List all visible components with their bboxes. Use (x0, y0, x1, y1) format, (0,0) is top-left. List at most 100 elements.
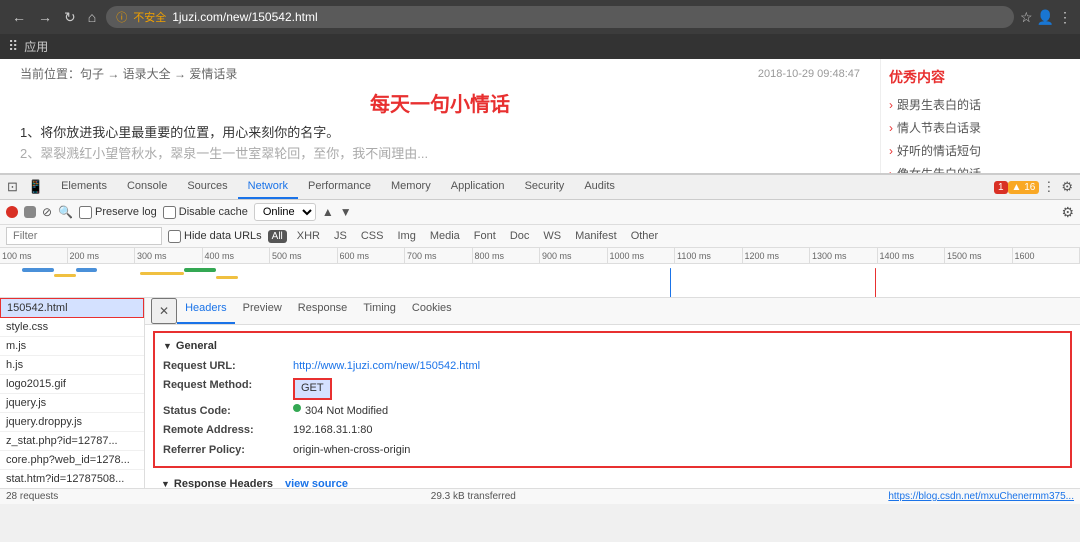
tab-application[interactable]: Application (441, 175, 515, 199)
request-item-8[interactable]: core.php?web_id=1278... (0, 451, 144, 470)
view-source-link[interactable]: view source (285, 478, 348, 488)
details-tab-timing[interactable]: Timing (355, 298, 404, 324)
network-settings-icon[interactable]: ⚙ (1061, 204, 1074, 221)
tab-memory[interactable]: Memory (381, 175, 441, 199)
timeline-bar-2 (54, 274, 76, 277)
details-tab-headers[interactable]: Headers (177, 298, 235, 324)
apps-label: 应用 (24, 38, 48, 55)
tab-audits[interactable]: Audits (574, 175, 625, 199)
other-filter-chip[interactable]: Other (627, 229, 663, 243)
request-item-3[interactable]: h.js (0, 356, 144, 375)
page-header-row: 当前位置：句子 → 语录大全 → 爱情话录 2018-10-29 09:48:4… (20, 65, 860, 82)
font-filter-chip[interactable]: Font (470, 229, 500, 243)
tick-12: 1300 ms (810, 248, 878, 263)
tab-elements[interactable]: Elements (51, 175, 117, 199)
field-method: Request Method: GET (163, 376, 1062, 401)
request-item-9[interactable]: stat.htm?id=12787508... (0, 470, 144, 488)
preserve-log-checkbox[interactable] (79, 206, 92, 219)
request-item-4[interactable]: logo2015.gif (0, 375, 144, 394)
tab-performance[interactable]: Performance (298, 175, 381, 199)
field-remote: Remote Address: 192.168.31.1:80 (163, 421, 1062, 440)
main-content: 当前位置：句子 → 语录大全 → 爱情话录 2018-10-29 09:48:4… (0, 59, 880, 173)
bottom-status: 28 requests 29.3 kB transferred https://… (0, 488, 1080, 504)
devtools-pointer-icon[interactable]: ⊡ (4, 176, 21, 198)
ws-filter-chip[interactable]: WS (539, 229, 565, 243)
request-item-5[interactable]: jquery.js (0, 394, 144, 413)
field-referrer-value: origin-when-cross-origin (293, 443, 410, 458)
nav-home-button[interactable]: ⌂ (84, 7, 100, 27)
disable-cache-checkbox[interactable] (163, 206, 176, 219)
hide-data-urls-checkbox[interactable] (168, 230, 181, 243)
nav-buttons: ← → ↻ ⌂ (8, 7, 100, 28)
export-icon[interactable]: ▼ (340, 205, 352, 219)
tick-7: 800 ms (473, 248, 541, 263)
disable-cache-label[interactable]: Disable cache (163, 206, 248, 219)
field-method-label: Request Method: (163, 378, 293, 399)
filter-icon: ⊘ (42, 205, 52, 219)
more-tools-icon[interactable]: ⋮ (1039, 176, 1058, 198)
record-button[interactable] (6, 206, 18, 218)
nav-back-button[interactable]: ← (8, 7, 30, 27)
settings-icon[interactable]: ⚙ (1058, 176, 1076, 198)
status-link[interactable]: https://blog.csdn.net/mxuChenermm375... (888, 491, 1074, 502)
sidebar-item-0[interactable]: 跟男生表白的话 (889, 93, 1072, 116)
response-headers-title[interactable]: Response Headers view source (161, 478, 1064, 488)
xhr-filter-chip[interactable]: XHR (293, 229, 324, 243)
tab-security[interactable]: Security (515, 175, 575, 199)
requests-count: 28 requests (6, 491, 58, 502)
request-list: 150542.html style.css m.js h.js logo2015… (0, 298, 145, 488)
breadcrumb: 当前位置：句子 → 语录大全 → 爱情话录 (20, 65, 237, 82)
security-icon: ⓘ (116, 9, 127, 25)
img-filter-chip[interactable]: Img (393, 229, 419, 243)
details-tab-preview[interactable]: Preview (235, 298, 290, 324)
request-item-0[interactable]: 150542.html (0, 298, 144, 318)
hide-data-urls-label[interactable]: Hide data URLs (168, 230, 262, 243)
media-filter-chip[interactable]: Media (426, 229, 464, 243)
profile-icon[interactable]: 👤 (1037, 9, 1054, 26)
response-headers-section: Response Headers view source Accept-Rang… (153, 474, 1072, 488)
stop-button[interactable] (24, 206, 36, 218)
manifest-filter-chip[interactable]: Manifest (571, 229, 621, 243)
request-item-7[interactable]: z_stat.php?id=12787... (0, 432, 144, 451)
tick-4: 500 ms (270, 248, 338, 263)
menu-icon[interactable]: ⋮ (1058, 9, 1072, 26)
tab-sources[interactable]: Sources (177, 175, 237, 199)
address-bar[interactable]: ⓘ 不安全 1juzi.com/new/150542.html (106, 6, 1014, 28)
request-item-2[interactable]: m.js (0, 337, 144, 356)
bookmark-icon[interactable]: ☆ (1020, 9, 1033, 26)
page-text1: 1、将你放进我心里最重要的位置，用心来刻你的名字。 (20, 123, 860, 144)
tab-network[interactable]: Network (238, 175, 298, 199)
details-tab-response[interactable]: Response (290, 298, 356, 324)
field-status-value: 304 Not Modified (305, 404, 388, 419)
nav-refresh-button[interactable]: ↻ (60, 7, 80, 28)
network-panel: 150542.html style.css m.js h.js logo2015… (0, 298, 1080, 488)
search-icon[interactable]: 🔍 (58, 205, 73, 219)
throttle-select[interactable]: Online (254, 203, 316, 221)
filter-input[interactable] (6, 227, 162, 245)
details-tab-cookies[interactable]: Cookies (404, 298, 460, 324)
field-request-url-value[interactable]: http://www.1juzi.com/new/150542.html (293, 359, 480, 374)
devtools-mobile-icon[interactable]: 📱 (25, 176, 47, 198)
warn-badge: ▲ 16 (1008, 181, 1040, 194)
request-item-6[interactable]: jquery.droppy.js (0, 413, 144, 432)
tick-14: 1500 ms (945, 248, 1013, 263)
general-section-title[interactable]: General (163, 337, 1062, 355)
timeline-ruler: 100 ms 200 ms 300 ms 400 ms 500 ms 600 m… (0, 248, 1080, 264)
tick-3: 400 ms (203, 248, 271, 263)
import-icon[interactable]: ▲ (322, 205, 334, 219)
tab-console[interactable]: Console (117, 175, 177, 199)
doc-filter-chip[interactable]: Doc (506, 229, 534, 243)
close-details-button[interactable]: ✕ (151, 298, 177, 324)
all-filter-chip[interactable]: All (268, 230, 287, 243)
request-item-1[interactable]: style.css (0, 318, 144, 337)
tick-1: 200 ms (68, 248, 136, 263)
preserve-log-label[interactable]: Preserve log (79, 206, 157, 219)
sidebar-item-2[interactable]: 好听的情话短句 (889, 139, 1072, 162)
sidebar-item-3[interactable]: 像女生告白的话 (889, 162, 1072, 174)
timestamp: 2018-10-29 09:48:47 (758, 68, 860, 80)
css-filter-chip[interactable]: CSS (357, 229, 388, 243)
nav-forward-button[interactable]: → (34, 7, 56, 27)
url-text[interactable]: 1juzi.com/new/150542.html (172, 10, 1004, 24)
js-filter-chip[interactable]: JS (330, 229, 351, 243)
sidebar-item-1[interactable]: 情人节表白话录 (889, 116, 1072, 139)
